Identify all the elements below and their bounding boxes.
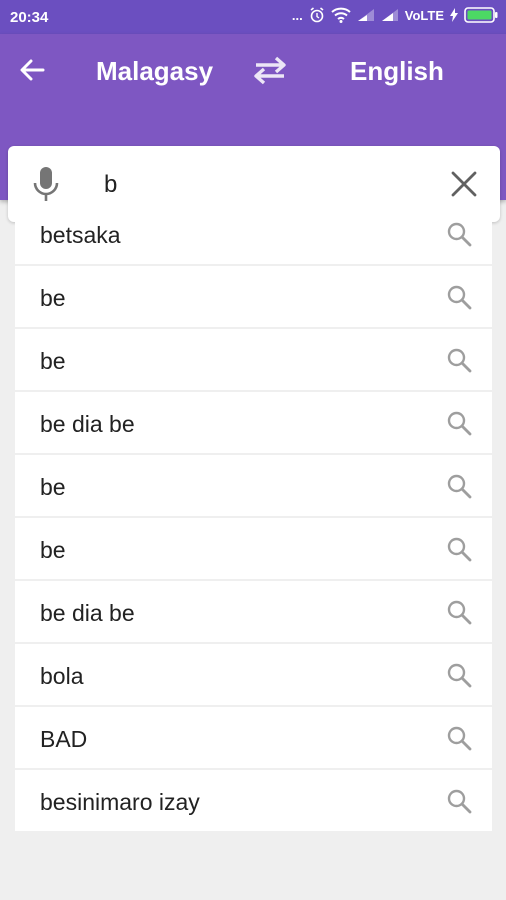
search-icon[interactable] — [446, 221, 472, 247]
swap-icon — [254, 56, 286, 85]
suggestion-item[interactable]: BAD — [15, 707, 492, 768]
suggestion-item[interactable]: be — [15, 455, 492, 516]
alarm-icon — [309, 7, 325, 23]
suggestion-label: be — [40, 348, 66, 374]
suggestion-item[interactable]: be dia be — [15, 581, 492, 642]
status-icons: ... VoLTE — [292, 7, 498, 23]
target-language-button[interactable]: English — [350, 56, 444, 87]
status-dots: ... — [291, 7, 303, 23]
suggestion-item[interactable]: besinimaro izay — [15, 770, 492, 831]
suggestion-item[interactable]: be — [15, 266, 492, 327]
suggestion-label: be — [40, 285, 66, 311]
search-icon[interactable] — [446, 662, 472, 688]
suggestion-label: be dia be — [40, 411, 135, 437]
suggestion-label: betsaka — [40, 222, 121, 248]
search-input[interactable] — [102, 166, 426, 204]
suggestion-label: bola — [40, 663, 84, 689]
search-icon[interactable] — [446, 410, 472, 436]
clear-search-button[interactable] — [448, 168, 480, 200]
battery-icon — [464, 7, 498, 23]
close-icon — [451, 171, 477, 197]
signal-icon-2 — [381, 8, 399, 22]
search-icon[interactable] — [446, 347, 472, 373]
suggestion-item[interactable]: betsaka — [15, 203, 492, 264]
suggestion-item[interactable]: be dia be — [15, 392, 492, 453]
status-time: 20:34 — [10, 9, 49, 26]
back-button[interactable] — [14, 50, 50, 90]
search-icon[interactable] — [446, 473, 472, 499]
suggestion-label: be — [40, 474, 66, 500]
app-toolbar: Malagasy English — [0, 34, 506, 222]
suggestion-label: BAD — [40, 726, 88, 752]
search-icon[interactable] — [446, 788, 472, 814]
suggestion-item[interactable]: be — [15, 329, 492, 390]
suggestion-item[interactable]: be — [15, 518, 492, 579]
microphone-icon — [33, 167, 59, 201]
signal-icon-1 — [357, 8, 375, 22]
source-language-button[interactable]: Malagasy — [96, 56, 213, 87]
back-arrow-icon — [20, 59, 45, 81]
suggestion-item[interactable]: bola — [15, 644, 492, 705]
status-bar: 20:34 ... VoLTE — [0, 0, 506, 34]
search-icon[interactable] — [446, 725, 472, 751]
wifi-icon — [331, 7, 351, 23]
suggestion-label: besinimaro izay — [40, 789, 200, 815]
voice-input-button[interactable] — [26, 164, 66, 204]
suggestion-list: betsaka be be be dia be be be be dia be bola BAD… — [15, 203, 492, 831]
search-icon[interactable] — [446, 536, 472, 562]
network-type: VoLTE — [404, 7, 444, 23]
search-icon[interactable] — [446, 284, 472, 310]
suggestion-label: be dia be — [40, 600, 135, 626]
swap-languages-button[interactable] — [248, 52, 292, 88]
suggestion-label: be — [40, 537, 66, 563]
search-icon[interactable] — [446, 599, 472, 625]
charging-icon — [450, 8, 458, 22]
